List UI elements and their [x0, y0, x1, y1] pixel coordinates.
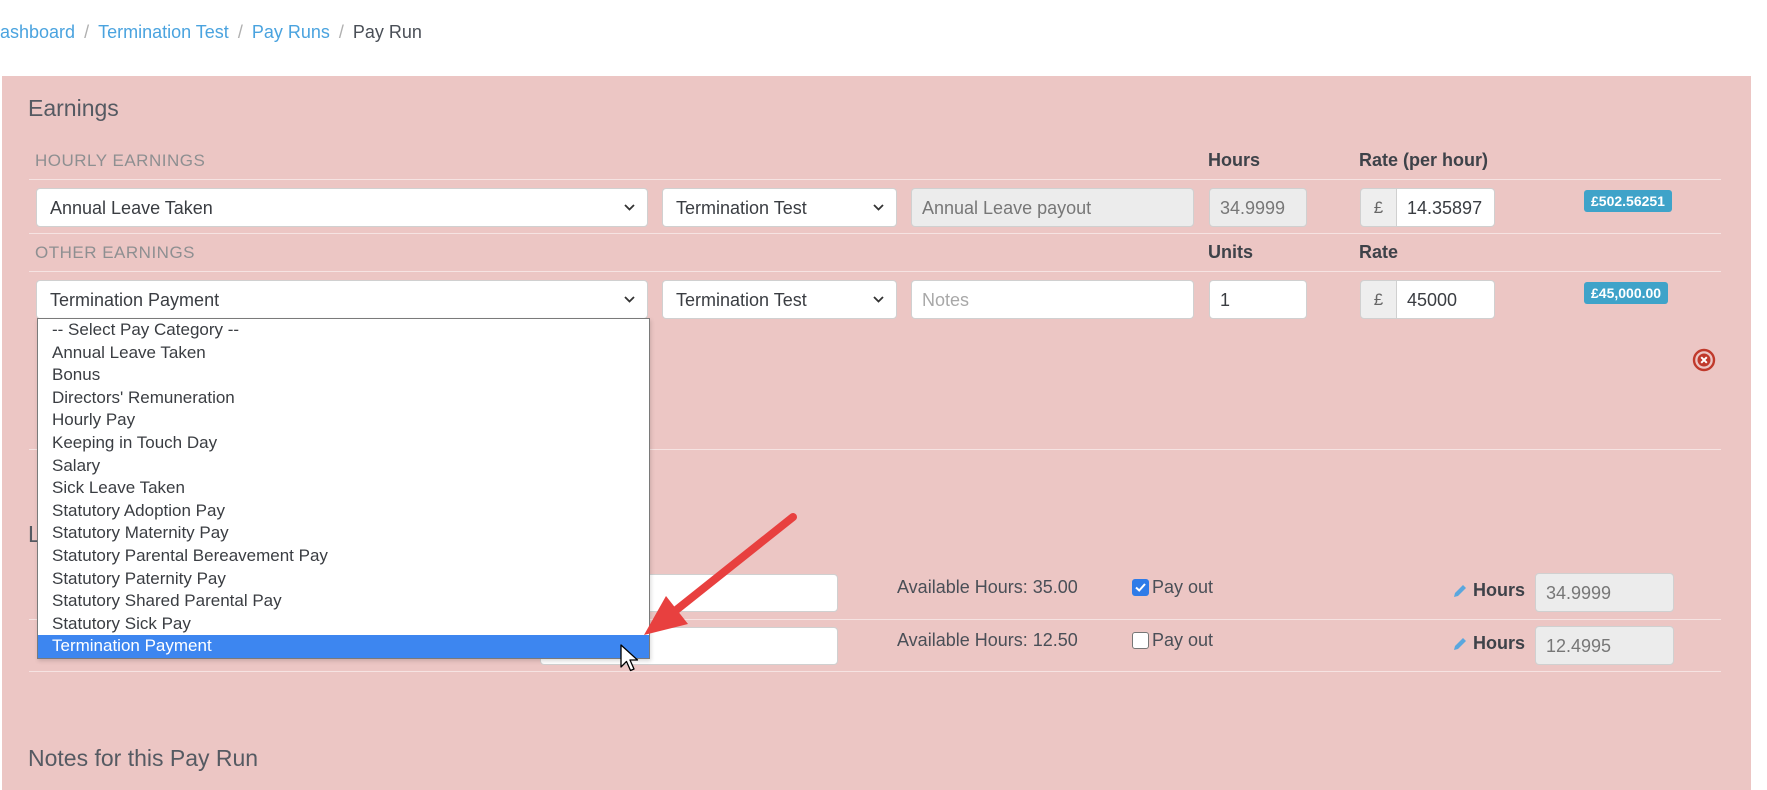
pay-category-dropdown[interactable]: -- Select Pay Category -- Annual Leave T…	[37, 318, 650, 659]
pay-out-label-2: Pay out	[1152, 630, 1214, 650]
dropdown-option[interactable]: Statutory Shared Parental Pay	[38, 590, 649, 613]
hourly-category-select[interactable]: Annual Leave Taken	[36, 188, 648, 227]
other-category-value: Termination Payment	[50, 290, 220, 310]
checkbox-checked-icon	[1135, 583, 1146, 592]
breadcrumb-current: Pay Run	[352, 22, 422, 42]
hourly-notes-input[interactable]: Annual Leave payout	[911, 188, 1194, 227]
dropdown-option[interactable]: Bonus	[38, 364, 649, 387]
breadcrumb-pay-runs[interactable]: Pay Runs	[252, 22, 330, 42]
divider	[29, 233, 1721, 234]
other-earnings-label: OTHER EARNINGS	[35, 243, 196, 262]
other-total-badge: £45,000.00	[1584, 282, 1669, 304]
available-hours-2: Available Hours: 12.50	[897, 630, 1078, 650]
other-location-select[interactable]: Termination Test	[662, 280, 897, 319]
pencil-icon[interactable]	[1452, 583, 1468, 599]
dropdown-option[interactable]: Salary	[38, 455, 649, 478]
dropdown-option-selected[interactable]: Termination Payment	[38, 635, 649, 658]
breadcrumb-separator: /	[84, 22, 90, 42]
currency-addon: £	[1360, 188, 1397, 227]
hours-input[interactable]: 34.9999	[1209, 188, 1307, 227]
chevron-down-icon	[873, 296, 884, 303]
rate-per-hour-header: Rate (per hour)	[1359, 150, 1489, 170]
dropdown-option[interactable]: Keeping in Touch Day	[38, 432, 649, 455]
dropdown-option[interactable]: Statutory Sick Pay	[38, 613, 649, 636]
hourly-rate-input[interactable]: 14.35897	[1396, 188, 1495, 227]
leave-hours-readonly-2[interactable]: 12.4995	[1535, 626, 1674, 665]
rate-header: Rate	[1359, 242, 1399, 262]
dropdown-option[interactable]: Statutory Adoption Pay	[38, 500, 649, 523]
dropdown-option[interactable]: Hourly Pay	[38, 409, 649, 432]
chevron-down-icon	[873, 204, 884, 211]
notes-section-title: Notes for this Pay Run	[28, 745, 259, 771]
pencil-icon[interactable]	[1452, 636, 1468, 652]
dropdown-option[interactable]: Sick Leave Taken	[38, 477, 649, 500]
annotation-arrow-icon	[644, 513, 797, 635]
pay-out-checkbox-2[interactable]	[1132, 632, 1149, 649]
available-hours-1: Available Hours: 35.00	[897, 577, 1078, 597]
dropdown-option[interactable]: Statutory Parental Bereavement Pay	[38, 545, 649, 568]
dropdown-option[interactable]: -- Select Pay Category --	[38, 319, 649, 342]
hours-label-2: Hours	[1473, 633, 1526, 653]
other-category-select[interactable]: Termination Payment	[36, 280, 648, 319]
breadcrumb-dashboard[interactable]: ashboard	[0, 22, 75, 42]
breadcrumb-separator: /	[338, 22, 344, 42]
remove-circle-icon[interactable]	[1692, 348, 1716, 372]
mouse-cursor-icon	[620, 644, 639, 672]
breadcrumb-termination-test[interactable]: Termination Test	[98, 22, 229, 42]
divider	[29, 271, 1721, 272]
divider	[29, 671, 1721, 672]
hourly-total-badge: £502.56251	[1584, 190, 1672, 212]
hourly-location-value: Termination Test	[676, 198, 807, 218]
pay-out-label-1: Pay out	[1152, 577, 1214, 597]
other-notes-input[interactable]: Notes	[911, 280, 1194, 319]
hourly-category-value: Annual Leave Taken	[50, 198, 213, 218]
hours-label-1: Hours	[1473, 580, 1526, 600]
chevron-down-icon	[624, 204, 635, 211]
leave-hours-readonly-1[interactable]: 34.9999	[1535, 573, 1674, 612]
dropdown-option[interactable]: Annual Leave Taken	[38, 342, 649, 365]
dropdown-option[interactable]: Directors' Remuneration	[38, 387, 649, 410]
breadcrumb-separator: /	[237, 22, 243, 42]
other-rate-input[interactable]: 45000	[1396, 280, 1495, 319]
dropdown-option[interactable]: Statutory Maternity Pay	[38, 522, 649, 545]
earnings-title: Earnings	[28, 95, 119, 121]
divider	[29, 179, 1721, 180]
other-location-value: Termination Test	[676, 290, 807, 310]
breadcrumb: ashboard / Termination Test / Pay Runs / Pay R…	[0, 22, 422, 48]
dropdown-option[interactable]: Statutory Paternity Pay	[38, 568, 649, 591]
currency-addon: £	[1360, 280, 1397, 319]
pay-out-checkbox-1[interactable]	[1132, 579, 1149, 596]
chevron-down-icon	[624, 296, 635, 303]
units-input[interactable]: 1	[1209, 280, 1307, 319]
units-header: Units	[1208, 242, 1253, 262]
hours-header: Hours	[1208, 150, 1261, 170]
hourly-earnings-label: HOURLY EARNINGS	[35, 151, 206, 170]
hourly-location-select[interactable]: Termination Test	[662, 188, 897, 227]
